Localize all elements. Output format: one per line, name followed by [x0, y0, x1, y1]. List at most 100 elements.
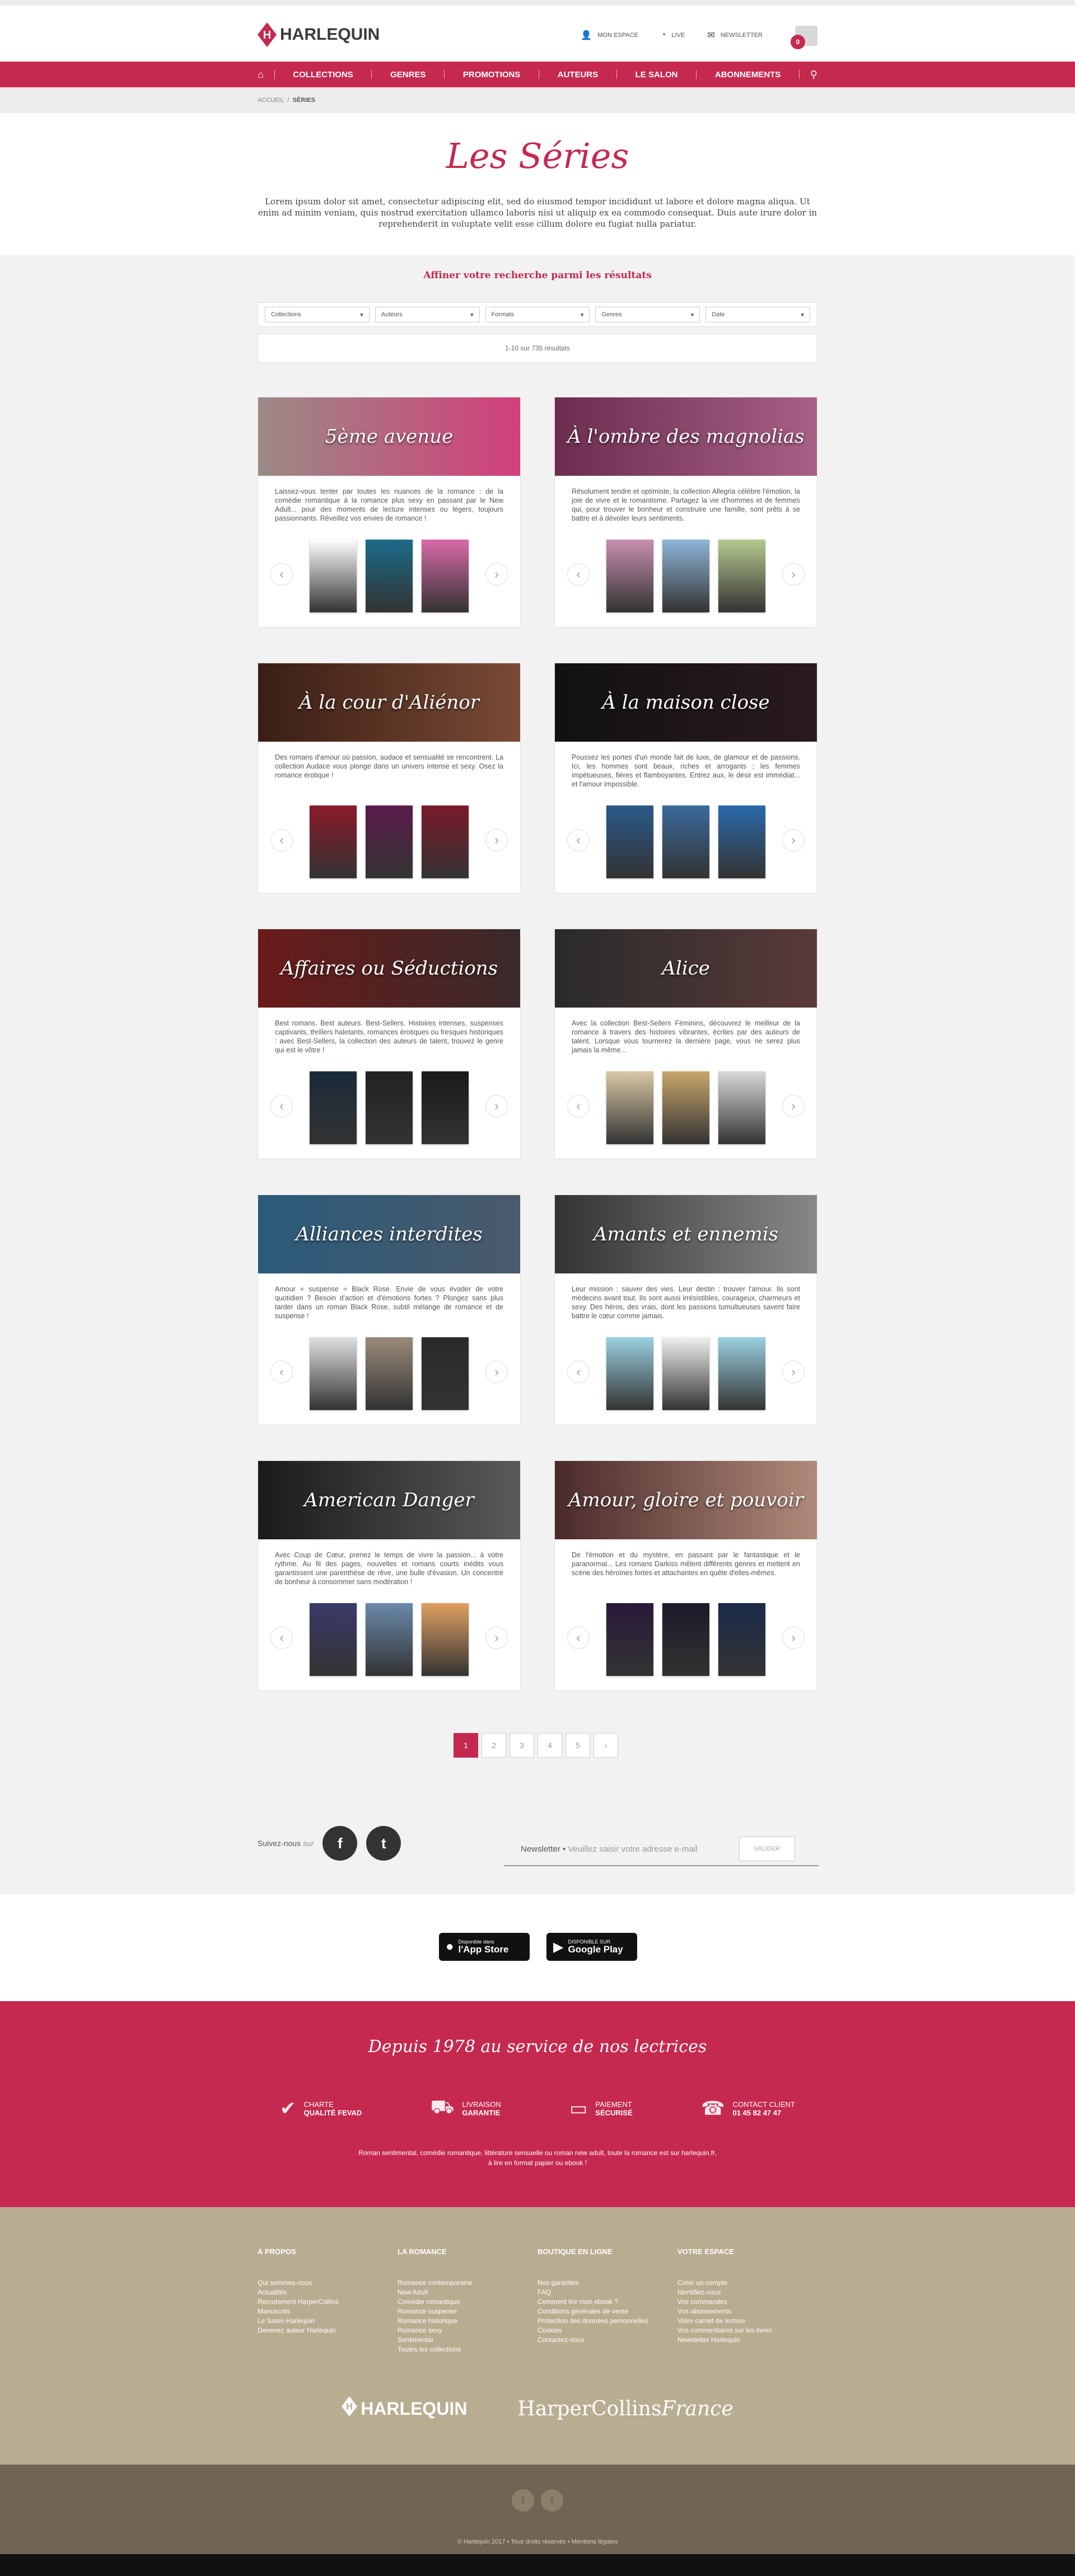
series-title[interactable]: American Danger	[258, 1489, 520, 1511]
series-title[interactable]: À la maison close	[555, 691, 817, 714]
book-cover[interactable]	[422, 1337, 469, 1410]
next-page-button[interactable]: ›	[593, 1733, 618, 1758]
series-title[interactable]: Amour, gloire et pouvoir	[555, 1489, 817, 1511]
series-card[interactable]: Alliances interdites Amour + suspense = B…	[258, 1195, 521, 1425]
footer-link[interactable]: Recrutement HarperCollins	[258, 2297, 398, 2307]
cart-button[interactable]: 0	[791, 22, 817, 49]
chevron-left-icon[interactable]: ‹	[567, 1627, 590, 1649]
series-card[interactable]: Amants et ennemis Leur mission : sauver d…	[554, 1195, 817, 1425]
series-title[interactable]: Alice	[555, 957, 817, 980]
nav-item-le-salon[interactable]: LE SALON	[628, 70, 686, 79]
footer-link[interactable]: Cookies	[538, 2326, 677, 2335]
book-cover[interactable]	[310, 1071, 357, 1144]
footer-link[interactable]: New Adult	[398, 2288, 538, 2297]
series-card[interactable]: À la cour d'Aliénor Des romans d'amour où…	[258, 663, 521, 893]
app-store-button[interactable]: ● Disponible dans l'App Store	[439, 1933, 530, 1961]
nav-item-collections[interactable]: COLLECTIONS	[285, 70, 361, 79]
footer-link[interactable]: Romance contemporaine	[398, 2278, 538, 2288]
footer-link[interactable]: Romance historique	[398, 2316, 538, 2326]
series-card[interactable]: Alice Avec la collection Best-Sellers Fém…	[554, 929, 817, 1159]
chevron-left-icon[interactable]: ‹	[270, 1095, 293, 1117]
footer-link[interactable]: Newsletter Harlequin	[677, 2335, 817, 2345]
filter-genres[interactable]: Genres ▾	[595, 307, 700, 322]
series-card[interactable]: 5ème avenue Laissez-vous tenter par toute…	[258, 397, 521, 627]
book-cover[interactable]	[366, 805, 413, 878]
footer-link[interactable]: Manuscrits	[258, 2307, 398, 2316]
home-icon[interactable]: ⌂	[258, 69, 264, 81]
series-title[interactable]: Affaires ou Séductions	[258, 957, 520, 980]
book-cover[interactable]	[422, 1603, 469, 1676]
series-card[interactable]: Amour, gloire et pouvoir De l'émotion et …	[554, 1460, 817, 1691]
series-title[interactable]: À la cour d'Aliénor	[258, 691, 520, 714]
chevron-left-icon[interactable]: ‹	[270, 563, 293, 586]
page-button[interactable]: 1	[454, 1733, 478, 1758]
book-cover[interactable]	[606, 805, 653, 878]
book-cover[interactable]	[662, 540, 709, 612]
book-cover[interactable]	[718, 540, 765, 612]
footer-link[interactable]: Romance suspense	[398, 2307, 538, 2316]
book-cover[interactable]	[310, 1603, 357, 1676]
book-cover[interactable]	[662, 1337, 709, 1410]
nav-item-promotions[interactable]: PROMOTIONS	[455, 70, 529, 79]
facebook-icon[interactable]: f	[512, 2489, 534, 2512]
book-cover[interactable]	[366, 1071, 413, 1144]
book-cover[interactable]	[606, 1071, 653, 1144]
book-cover[interactable]	[606, 540, 653, 612]
chevron-left-icon[interactable]: ‹	[567, 829, 590, 851]
filter-collections[interactable]: Collections ▾	[265, 307, 370, 322]
footer-link[interactable]: Comment lire mon ebook ?	[538, 2297, 677, 2307]
chevron-left-icon[interactable]: ‹	[270, 1627, 293, 1649]
chevron-right-icon[interactable]: ›	[782, 1627, 805, 1649]
series-card[interactable]: Affaires ou Séductions Best romans. Best …	[258, 929, 521, 1159]
footer-link[interactable]: FAQ	[538, 2288, 677, 2297]
chevron-left-icon[interactable]: ‹	[567, 1361, 590, 1383]
book-cover[interactable]	[422, 1071, 469, 1144]
chevron-right-icon[interactable]: ›	[485, 563, 508, 586]
search-icon[interactable]: ⚲	[810, 69, 817, 81]
footer-link[interactable]: Qui sommes-nous	[258, 2278, 398, 2288]
chevron-left-icon[interactable]: ‹	[270, 1361, 293, 1383]
chevron-right-icon[interactable]: ›	[485, 829, 508, 851]
series-title[interactable]: Amants et ennemis	[555, 1223, 817, 1245]
page-button[interactable]: 2	[482, 1733, 506, 1758]
live-link[interactable]: ◔ LIVE	[661, 30, 685, 40]
footer-link[interactable]: Créer un compte	[677, 2278, 817, 2288]
footer-link[interactable]: Romance sexy	[398, 2326, 538, 2335]
series-title[interactable]: À l'ombre des magnolias	[555, 425, 817, 448]
chevron-right-icon[interactable]: ›	[782, 563, 805, 586]
chevron-right-icon[interactable]: ›	[485, 1095, 508, 1117]
filter-date[interactable]: Date ▾	[705, 307, 810, 322]
service-contact[interactable]: ☎ CONTACT CLIENT 01 45 82 47 47	[701, 2096, 795, 2121]
series-title[interactable]: 5ème avenue	[258, 425, 520, 448]
nav-item-abonnements[interactable]: ABONNEMENTS	[707, 70, 789, 79]
footer-link[interactable]: Protection des données personnelles	[538, 2316, 677, 2326]
footer-link[interactable]: Toutes les collections	[398, 2345, 538, 2354]
book-cover[interactable]	[310, 1337, 357, 1410]
book-cover[interactable]	[366, 1603, 413, 1676]
google-play-button[interactable]: ▶ DISPONIBLE SUR Google Play	[546, 1933, 637, 1961]
book-cover[interactable]	[366, 1337, 413, 1410]
book-cover[interactable]	[310, 540, 357, 612]
nav-item-auteurs[interactable]: AUTEURS	[550, 70, 606, 79]
harlequin-brand[interactable]: H HARLEQUIN	[342, 2396, 467, 2421]
chevron-right-icon[interactable]: ›	[485, 1627, 508, 1649]
twitter-icon[interactable]: t	[366, 1826, 401, 1861]
footer-link[interactable]: Contactez-nous	[538, 2335, 677, 2345]
series-card[interactable]: American Danger Avec Coup de Cœur, prenez…	[258, 1460, 521, 1691]
series-card[interactable]: À la maison close Poussez les portes d'un…	[554, 663, 817, 893]
footer-link[interactable]: Devenez auteur Harlequin	[258, 2326, 398, 2335]
footer-link[interactable]: Le Salon Harlequin	[258, 2316, 398, 2326]
footer-link[interactable]: Conditions générales de vente	[538, 2307, 677, 2316]
footer-link[interactable]: Vos commentaires sur les livres	[677, 2326, 817, 2335]
filter-formats[interactable]: Formats ▾	[485, 307, 590, 322]
breadcrumb-home[interactable]: ACCUEIL	[258, 97, 284, 104]
page-button[interactable]: 4	[538, 1733, 562, 1758]
chevron-right-icon[interactable]: ›	[782, 1361, 805, 1383]
book-cover[interactable]	[718, 805, 765, 878]
facebook-icon[interactable]: f	[322, 1826, 358, 1861]
book-cover[interactable]	[422, 540, 469, 612]
newsletter-submit-button[interactable]: VALIDER	[739, 1837, 795, 1861]
footer-link[interactable]: Identifiez-vous	[677, 2288, 817, 2297]
footer-link[interactable]: Vos commandes	[677, 2297, 817, 2307]
chevron-left-icon[interactable]: ‹	[567, 563, 590, 586]
